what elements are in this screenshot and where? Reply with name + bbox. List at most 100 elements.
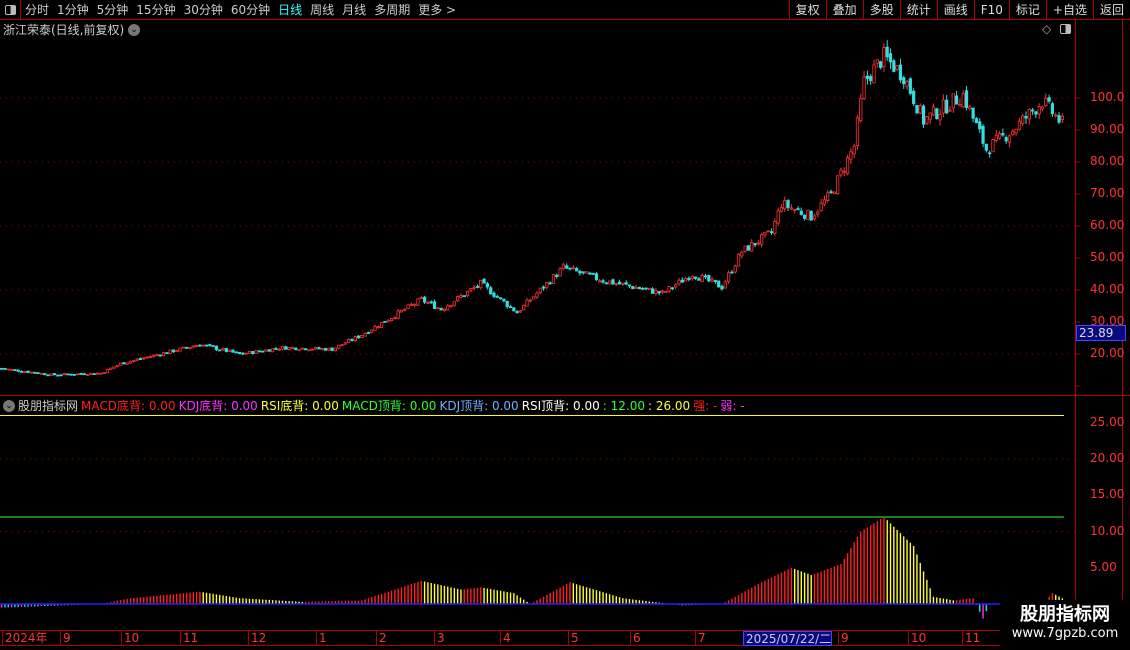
candle-body <box>799 210 803 215</box>
right-buttons: 复权 叠加 多股 统计 画线 F10 标记 +自选 返回 <box>788 0 1130 20</box>
toolbar-button-3[interactable]: 统计 <box>899 0 937 20</box>
candle-body <box>72 373 76 376</box>
time-axis-label: 2 <box>376 631 387 646</box>
candle-body <box>839 169 843 176</box>
tab-period-8[interactable]: 月线 <box>338 1 370 18</box>
candle-body <box>865 75 869 79</box>
chart-canvas[interactable] <box>0 0 1130 650</box>
tab-period-10[interactable]: 更多 > <box>414 1 460 18</box>
candle-body <box>608 280 612 285</box>
candle-body <box>888 53 893 63</box>
candle-body <box>1047 97 1051 102</box>
toolbar-button-0[interactable]: 复权 <box>788 0 826 20</box>
candle-body <box>310 348 314 351</box>
candle-body <box>158 354 162 357</box>
candle-body <box>740 251 744 257</box>
diamond-icon[interactable]: ◇ <box>1042 22 1051 36</box>
candle-body <box>991 139 995 153</box>
candle-body <box>287 346 291 350</box>
candle-body <box>822 199 827 205</box>
tab-period-7[interactable]: 周线 <box>306 1 338 18</box>
candle-body <box>343 342 347 345</box>
time-axis-label: 2024年 <box>2 631 48 646</box>
candle-body <box>19 370 24 373</box>
candle-body <box>99 372 103 375</box>
toolbar-button-6[interactable]: 标记 <box>1008 0 1046 20</box>
indicator-axis-label: 10.00 <box>1090 523 1125 538</box>
toolbar-button-2[interactable]: 多股 <box>862 0 900 20</box>
candle-body <box>214 345 219 351</box>
candle-body <box>1037 106 1041 115</box>
candle-body <box>112 366 116 369</box>
candle-body <box>664 290 668 293</box>
candle-body <box>598 280 602 283</box>
candle-body <box>902 77 906 85</box>
candle-body <box>502 298 506 302</box>
candle-body <box>845 157 850 175</box>
panel-toggle-icon[interactable] <box>1060 24 1071 34</box>
candle-body <box>280 345 285 350</box>
candle-body <box>1054 114 1058 117</box>
tab-period-3[interactable]: 15分钟 <box>132 1 179 18</box>
pane-divider[interactable] <box>0 395 1130 396</box>
candle-body <box>604 282 608 285</box>
candle-body <box>26 370 30 373</box>
indicator-name[interactable]: 股朋指标网 <box>18 397 78 414</box>
toolbar-button-7[interactable]: +自选 <box>1045 0 1093 20</box>
chevron-down-icon[interactable]: ⌄ <box>3 399 15 412</box>
tab-period-5[interactable]: 60分钟 <box>227 1 274 18</box>
candle-body <box>13 369 17 372</box>
candle-body <box>188 347 192 349</box>
chevron-down-icon[interactable]: ⌄ <box>128 23 141 36</box>
candle-body <box>221 348 225 351</box>
candle-body <box>423 296 427 303</box>
candle-body <box>961 93 965 108</box>
candle-body <box>363 332 367 337</box>
candle-body <box>912 90 916 104</box>
tab-period-9[interactable]: 多周期 <box>370 1 414 18</box>
candle-body <box>396 310 400 319</box>
candle-body <box>746 245 751 251</box>
toolbar-button-5[interactable]: F10 <box>973 0 1009 20</box>
candle-body <box>406 304 410 309</box>
candle-body <box>558 268 562 277</box>
tab-period-4[interactable]: 30分钟 <box>180 1 227 18</box>
candle-body <box>750 242 754 252</box>
candle-body <box>211 345 215 347</box>
candle-body <box>389 318 394 321</box>
candle-body <box>898 64 903 81</box>
candle-body <box>756 242 760 245</box>
candle-body <box>1001 133 1005 136</box>
sidebar-toggle-button[interactable] <box>0 0 21 20</box>
toolbar-button-4[interactable]: 画线 <box>936 0 974 20</box>
toolbar-button-8[interactable]: 返回 <box>1092 0 1130 20</box>
candle-body <box>135 358 139 361</box>
candle-body <box>660 290 665 293</box>
candle-body <box>812 215 817 220</box>
candle-body <box>479 279 483 289</box>
candle-body <box>465 290 470 296</box>
candle-body <box>56 374 60 377</box>
candle-body <box>432 301 437 309</box>
tab-period-6[interactable]: 日线 <box>274 1 306 18</box>
candle-body <box>584 271 589 274</box>
candle-body <box>95 372 100 375</box>
candle-body <box>816 211 820 215</box>
toolbar-button-1[interactable]: 叠加 <box>825 0 863 20</box>
tab-period-2[interactable]: 5分钟 <box>93 1 133 18</box>
candle-body <box>446 305 450 311</box>
candle-body <box>997 133 1002 139</box>
indicator-value: KDJ顶背: 0.00 <box>439 399 519 413</box>
candle-body <box>951 93 955 109</box>
candle-body <box>485 283 489 288</box>
candle-body <box>908 78 912 94</box>
candle-body <box>548 282 552 285</box>
tab-period-0[interactable]: 分时 <box>21 1 53 18</box>
tab-period-1[interactable]: 1分钟 <box>53 1 93 18</box>
candle-body <box>152 354 156 358</box>
candle-body <box>588 272 592 275</box>
candle-body <box>627 284 632 287</box>
candle-body <box>614 283 618 285</box>
candle-body <box>383 320 387 323</box>
candle-body <box>512 307 516 312</box>
